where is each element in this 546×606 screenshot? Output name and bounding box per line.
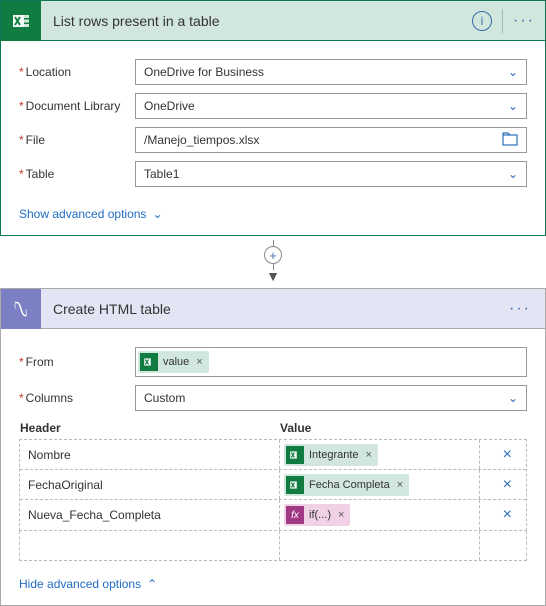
token-remove-icon[interactable]: × <box>366 449 372 461</box>
mapping-row: Nombre Integrante × × <box>20 440 526 470</box>
doclib-value: OneDrive <box>144 99 195 113</box>
add-step-button[interactable]: + <box>264 246 282 264</box>
table-row-input: *Table Table1 ⌄ <box>19 161 527 187</box>
location-label: *Location <box>19 65 135 79</box>
show-advanced-link[interactable]: Show advanced options ⌄ <box>19 207 163 221</box>
table-value: Table1 <box>144 167 179 181</box>
fx-icon: fx <box>286 506 304 524</box>
table-select[interactable]: Table1 ⌄ <box>135 161 527 187</box>
column-mapping-table: Nombre Integrante × × FechaOriginal Fech… <box>19 439 527 531</box>
excel-action-card: List rows present in a table i ··· *Loca… <box>0 0 546 236</box>
more-menu-icon[interactable]: ··· <box>503 12 545 30</box>
columns-select[interactable]: Custom ⌄ <box>135 385 527 411</box>
mapping-row: FechaOriginal Fecha Completa × × <box>20 470 526 500</box>
doclib-select[interactable]: OneDrive ⌄ <box>135 93 527 119</box>
token-remove-icon[interactable]: × <box>397 479 403 491</box>
mapping-header: Header Value <box>19 421 527 435</box>
header-cell[interactable]: FechaOriginal <box>20 470 280 499</box>
card-title: List rows present in a table <box>41 13 472 29</box>
file-value: /Manejo_tiempos.xlsx <box>144 133 259 147</box>
columns-row: *Columns Custom ⌄ <box>19 385 527 411</box>
card-title: Create HTML table <box>41 301 495 317</box>
empty-mapping-row[interactable] <box>19 531 527 561</box>
html-table-action-card: {} Create HTML table ··· *From value × *… <box>0 288 546 606</box>
columns-label: *Columns <box>19 391 135 405</box>
from-label: *From <box>19 355 135 369</box>
location-select[interactable]: OneDrive for Business ⌄ <box>135 59 527 85</box>
location-row: *Location OneDrive for Business ⌄ <box>19 59 527 85</box>
value-cell[interactable]: fx if(...) × <box>280 500 480 530</box>
chevron-down-icon: ⌄ <box>152 207 162 221</box>
excel-icon <box>286 476 304 494</box>
columns-value: Custom <box>144 391 185 405</box>
arrow-down-icon: ▼ <box>266 268 280 284</box>
file-picker[interactable]: /Manejo_tiempos.xlsx <box>135 127 527 153</box>
more-menu-icon[interactable]: ··· <box>495 300 545 318</box>
chevron-down-icon: ⌄ <box>508 99 518 113</box>
card-header[interactable]: List rows present in a table i ··· <box>1 1 545 41</box>
value-column-label: Value <box>280 421 526 435</box>
token-integrante[interactable]: Integrante × <box>284 444 378 466</box>
from-row: *From value × <box>19 347 527 377</box>
delete-row-button[interactable]: × <box>503 446 512 464</box>
hide-advanced-link[interactable]: Hide advanced options ⌃ <box>19 577 157 591</box>
excel-icon <box>1 1 41 41</box>
excel-icon <box>140 353 158 371</box>
card-body: *Location OneDrive for Business ⌄ *Docum… <box>1 41 545 235</box>
svg-text:}: } <box>25 310 28 317</box>
chevron-down-icon: ⌄ <box>508 65 518 79</box>
card-header[interactable]: {} Create HTML table ··· <box>1 289 545 329</box>
location-value: OneDrive for Business <box>144 65 264 79</box>
token-value[interactable]: value × <box>138 351 209 373</box>
folder-icon[interactable] <box>502 132 518 149</box>
file-label: *File <box>19 133 135 147</box>
value-cell[interactable]: Fecha Completa × <box>280 470 480 499</box>
token-expression[interactable]: fx if(...) × <box>284 504 350 526</box>
card-body: *From value × *Columns Custom ⌄ Header V… <box>1 329 545 605</box>
chevron-down-icon: ⌄ <box>508 167 518 181</box>
doclib-label: *Document Library <box>19 99 135 113</box>
flow-connector: + ▼ <box>0 236 546 288</box>
chevron-up-icon: ⌃ <box>147 577 157 591</box>
excel-icon <box>286 446 304 464</box>
header-cell[interactable]: Nueva_Fecha_Completa <box>20 500 280 530</box>
table-label: *Table <box>19 167 135 181</box>
chevron-down-icon: ⌄ <box>508 391 518 405</box>
token-remove-icon[interactable]: × <box>196 356 202 368</box>
mapping-row: Nueva_Fecha_Completa fx if(...) × × <box>20 500 526 530</box>
token-fecha[interactable]: Fecha Completa × <box>284 474 409 496</box>
token-remove-icon[interactable]: × <box>338 509 344 521</box>
info-icon[interactable]: i <box>472 11 492 31</box>
data-ops-icon: {} <box>1 289 41 329</box>
file-row: *File /Manejo_tiempos.xlsx <box>19 127 527 153</box>
delete-row-button[interactable]: × <box>503 476 512 494</box>
doclib-row: *Document Library OneDrive ⌄ <box>19 93 527 119</box>
header-column-label: Header <box>20 421 280 435</box>
from-input[interactable]: value × <box>135 347 527 377</box>
delete-row-button[interactable]: × <box>503 506 512 524</box>
header-cell[interactable]: Nombre <box>20 440 280 469</box>
value-cell[interactable]: Integrante × <box>280 440 480 469</box>
